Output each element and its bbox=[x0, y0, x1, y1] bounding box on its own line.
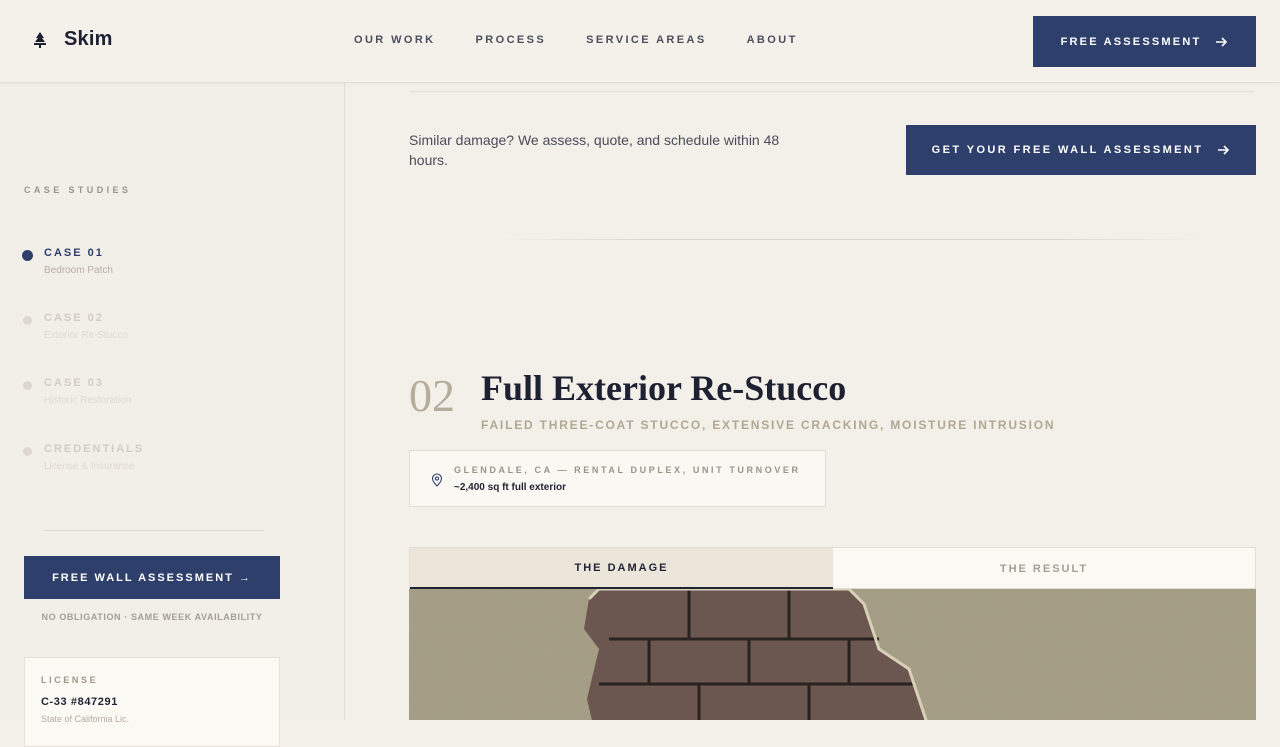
site-header: Skim OUR WORK PROCESS SERVICE AREAS ABOU… bbox=[0, 0, 1280, 83]
map-pin-icon bbox=[431, 473, 443, 487]
free-assessment-label: FREE ASSESSMENT bbox=[1060, 35, 1202, 48]
sidebar-item-title: CASE 02 bbox=[44, 312, 104, 324]
tab-the-damage[interactable]: THE DAMAGE bbox=[410, 548, 833, 589]
project-size: ~2,400 sq ft full exterior bbox=[454, 482, 566, 493]
tab-the-result[interactable]: THE RESULT bbox=[833, 548, 1255, 589]
section-divider bbox=[495, 239, 1205, 240]
arrow-right-icon bbox=[1218, 145, 1230, 155]
sidebar-item-subtitle: Exterior Re-Stucco bbox=[44, 330, 128, 341]
case-tagline: FAILED THREE-COAT STUCCO, EXTENSIVE CRAC… bbox=[481, 418, 1056, 432]
inactive-dot-icon bbox=[23, 447, 32, 456]
location-card: GLENDALE, CA — RENTAL DUPLEX, UNIT TURNO… bbox=[409, 450, 826, 507]
nav-our-work[interactable]: OUR WORK bbox=[354, 34, 436, 46]
nav-process[interactable]: PROCESS bbox=[476, 34, 547, 46]
damage-photo bbox=[409, 589, 1256, 720]
arrow-right-icon bbox=[1216, 36, 1228, 47]
nav-service-areas[interactable]: SERVICE AREAS bbox=[586, 34, 706, 46]
main-nav: OUR WORK PROCESS SERVICE AREAS ABOUT bbox=[354, 34, 838, 46]
main-content: Similar damage? We assess, quote, and sc… bbox=[345, 83, 1280, 720]
sidebar-item-subtitle: Historic Restoration bbox=[44, 395, 132, 406]
sidebar-free-wall-assessment-button[interactable]: FREE WALL ASSESSMENT → bbox=[24, 556, 280, 599]
license-subtext: State of California Lic. bbox=[41, 714, 130, 724]
divider bbox=[409, 91, 1255, 92]
get-free-wall-assessment-label: GET YOUR FREE WALL ASSESSMENT bbox=[931, 144, 1204, 156]
license-label: LICENSE bbox=[41, 675, 99, 685]
brand-name: Skim bbox=[64, 28, 113, 50]
sidebar-item-subtitle: License & Insurance bbox=[44, 461, 135, 472]
inactive-dot-icon bbox=[23, 316, 32, 325]
inactive-dot-icon bbox=[23, 381, 32, 390]
sidebar-divider bbox=[44, 530, 264, 531]
nav-about[interactable]: ABOUT bbox=[747, 34, 798, 46]
location-label: GLENDALE, CA — RENTAL DUPLEX, UNIT TURNO… bbox=[454, 465, 801, 475]
before-after-tabs: THE DAMAGE THE RESULT bbox=[409, 547, 1256, 589]
sidebar-heading: CASE STUDIES bbox=[24, 185, 132, 195]
sidebar-item-title: CREDENTIALS bbox=[44, 443, 145, 455]
license-number: C-33 #847291 bbox=[41, 696, 118, 708]
logo[interactable]: Skim bbox=[30, 28, 113, 51]
trowel-logo-icon bbox=[34, 31, 46, 48]
get-free-wall-assessment-button[interactable]: GET YOUR FREE WALL ASSESSMENT bbox=[906, 125, 1256, 175]
free-assessment-button[interactable]: FREE ASSESSMENT bbox=[1033, 16, 1256, 67]
case-number: 02 bbox=[409, 370, 455, 421]
availability-note: NO OBLIGATION · SAME WEEK AVAILABILITY bbox=[41, 612, 263, 622]
case-studies-sidebar: CASE STUDIES CASE 01 Bedroom Patch CASE … bbox=[0, 83, 345, 747]
case-title: Full Exterior Re-Stucco bbox=[481, 368, 847, 408]
sidebar-item-title: CASE 03 bbox=[44, 377, 104, 389]
license-card: LICENSE C-33 #847291 State of California… bbox=[24, 657, 280, 747]
active-dot-icon bbox=[22, 250, 33, 261]
damaged-stucco-image bbox=[409, 589, 1256, 720]
similar-damage-text: Similar damage? We assess, quote, and sc… bbox=[409, 132, 780, 168]
sidebar-item-subtitle: Bedroom Patch bbox=[44, 265, 113, 276]
sidebar-item-title: CASE 01 bbox=[44, 247, 104, 259]
